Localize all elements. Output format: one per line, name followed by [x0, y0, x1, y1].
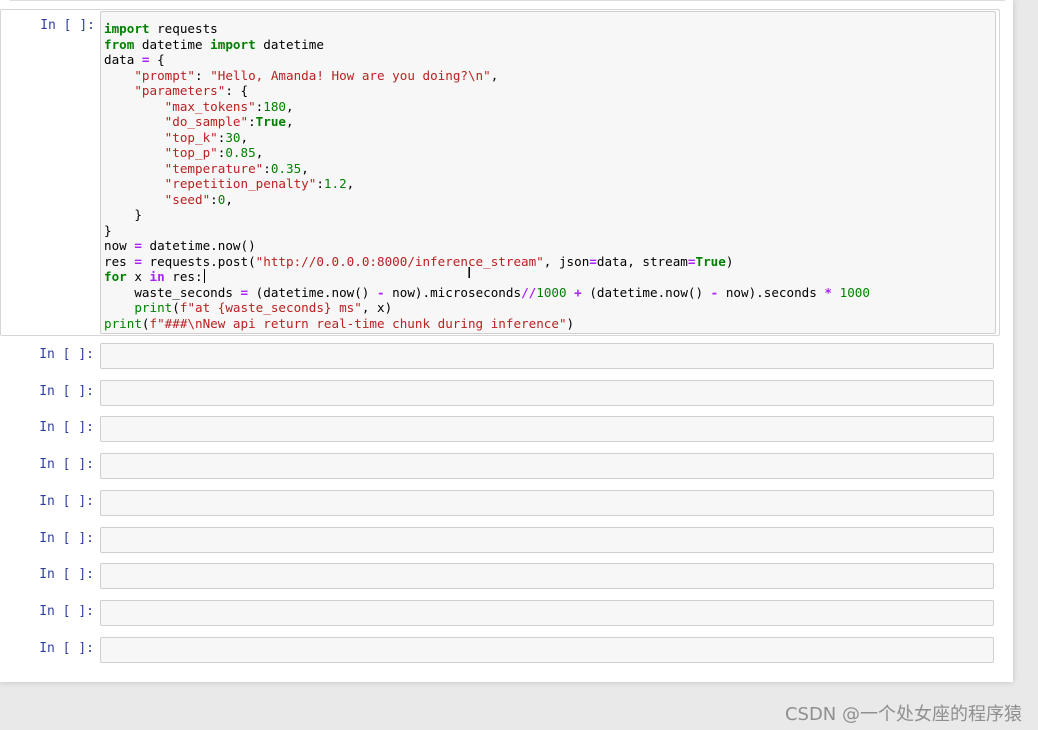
cell-input[interactable]	[100, 527, 994, 553]
code-line: data = {	[104, 52, 165, 67]
code-editor[interactable]: import requests from datetime import dat…	[100, 11, 996, 334]
code-line: "prompt": "Hello, Amanda! How are you do…	[134, 67, 499, 83]
code-line: "repetition_penalty":1.2,	[164, 176, 355, 191]
code-line: "top_k":30,	[164, 129, 249, 145]
code-content[interactable]: import requests from datetime import dat…	[101, 12, 995, 331]
cell-prompt: In [ ]:	[39, 384, 94, 399]
empty-cell[interactable]: In [ ]:	[0, 453, 1000, 479]
empty-cell[interactable]: In [ ]:	[0, 527, 1000, 553]
code-line: waste_seconds = (datetime.now() - now).m…	[104, 284, 870, 300]
cell-input[interactable]	[100, 563, 994, 589]
code-line: import requests	[104, 21, 218, 36]
code-line: res = requests.post("http://0.0.0.0:8000…	[104, 253, 734, 269]
code-line: from datetime import datetime	[104, 36, 324, 52]
code-line: "max_tokens":180,	[164, 98, 294, 114]
code-line: }	[104, 222, 112, 238]
cell-prompt: In [ ]:	[39, 641, 94, 656]
cell-input[interactable]	[100, 600, 994, 626]
empty-cell[interactable]: In [ ]:	[0, 490, 1000, 516]
code-line: print(f"at {waste_seconds} ms", x)	[134, 300, 393, 315]
empty-cell[interactable]: In [ ]:	[0, 416, 1000, 442]
cell-prompt: In [ ]:	[40, 18, 95, 33]
empty-cell[interactable]: In [ ]:	[0, 380, 1000, 406]
cell-prompt: In [ ]:	[39, 531, 94, 546]
code-line: "parameters": {	[134, 83, 249, 98]
cell-input[interactable]	[100, 380, 994, 406]
top-divider	[10, 0, 1005, 1]
cell-prompt: In [ ]:	[39, 457, 94, 472]
code-line: }	[104, 207, 142, 222]
ibeam-cursor-icon: I	[467, 264, 472, 282]
cell-prompt: In [ ]:	[39, 567, 94, 582]
cell-input[interactable]	[100, 453, 994, 479]
code-line: now = datetime.now()	[104, 238, 256, 253]
code-line: print(f"###\nNew api return real-time ch…	[104, 315, 575, 331]
code-cell-active[interactable]: In [ ]: import requests from datetime im…	[0, 9, 1000, 336]
cell-input[interactable]	[100, 343, 994, 369]
empty-cell[interactable]: In [ ]:	[0, 637, 1000, 663]
empty-cell[interactable]: In [ ]:	[0, 563, 1000, 589]
code-line: for x in res:	[104, 269, 205, 284]
empty-cell[interactable]: In [ ]:	[0, 343, 1000, 369]
code-line: "do_sample":True,	[164, 114, 294, 129]
notebook-panel: In [ ]: import requests from datetime im…	[0, 0, 1013, 682]
code-line: "top_p":0.85,	[164, 145, 264, 160]
cell-input[interactable]	[100, 416, 994, 442]
cell-prompt: In [ ]:	[39, 420, 94, 435]
watermark: CSDN @一个处女座的程序猿	[784, 704, 1022, 725]
cell-prompt: In [ ]:	[39, 494, 94, 509]
text-cursor	[203, 269, 205, 283]
cell-prompt: In [ ]:	[39, 604, 94, 619]
code-line: "seed":0,	[164, 191, 233, 207]
cell-input[interactable]	[100, 637, 994, 663]
empty-cell[interactable]: In [ ]:	[0, 600, 1000, 626]
cell-prompt: In [ ]:	[39, 347, 94, 362]
code-line: "temperature":0.35,	[164, 160, 309, 176]
cell-input[interactable]	[100, 490, 994, 516]
